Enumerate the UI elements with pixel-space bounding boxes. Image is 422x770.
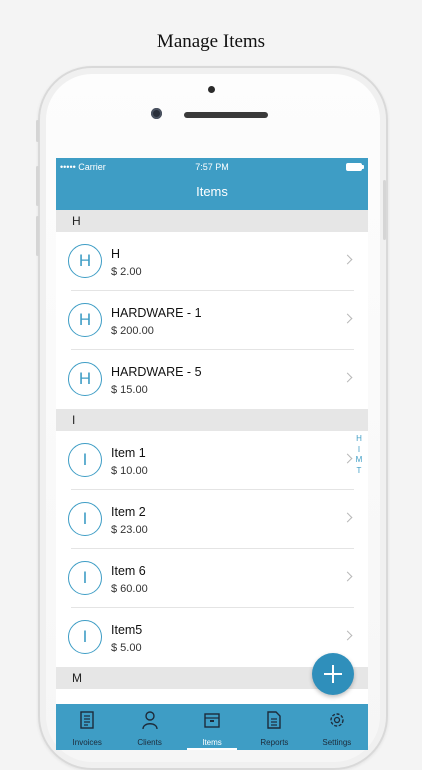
tab-items[interactable]: Items — [181, 704, 243, 750]
phone-volume-up-button — [36, 166, 39, 206]
index-letter-h[interactable]: H — [354, 434, 364, 445]
page-caption: Manage Items — [156, 31, 266, 52]
item-initial-badge: I — [68, 620, 102, 654]
reports-icon — [267, 711, 282, 729]
item-price: $ 2.00 — [111, 266, 142, 278]
settings-icon — [330, 713, 344, 727]
clients-icon — [141, 711, 158, 730]
tab-reports[interactable]: Reports — [243, 704, 305, 750]
section-index-bar[interactable]: H I M T — [354, 434, 364, 476]
list-item[interactable]: H HARDWARE - 1 $ 200.00 — [56, 291, 368, 350]
item-name: HARDWARE - 1 — [111, 306, 202, 320]
tab-label: Clients — [137, 738, 162, 747]
status-time: 7:57 PM — [195, 162, 229, 172]
item-name: Item 6 — [111, 564, 146, 578]
item-price: $ 10.00 — [111, 465, 148, 477]
item-price: $ 200.00 — [111, 325, 154, 337]
tab-label: Items — [202, 738, 222, 747]
index-letter-m[interactable]: M — [354, 455, 364, 466]
phone-volume-down-button — [36, 216, 39, 256]
earpiece-speaker — [184, 112, 268, 118]
front-sensor — [208, 86, 215, 93]
front-camera — [151, 108, 162, 119]
item-initial-badge: I — [68, 561, 102, 595]
tab-settings[interactable]: Settings — [306, 704, 368, 750]
item-name: Item 1 — [111, 446, 146, 460]
item-initial-badge: I — [68, 502, 102, 536]
item-price: $ 15.00 — [111, 384, 148, 396]
invoices-icon — [80, 711, 94, 729]
tab-label: Invoices — [72, 738, 102, 747]
status-bar: ••••• Carrier 7:57 PM — [56, 158, 368, 176]
tab-invoices[interactable]: Invoices — [56, 704, 118, 750]
chevron-right-icon — [342, 254, 353, 265]
list-item[interactable]: H H $ 2.00 — [56, 232, 368, 291]
nav-bar: Items — [56, 176, 368, 210]
index-letter-t[interactable]: T — [354, 466, 364, 477]
chevron-right-icon — [342, 512, 353, 523]
item-price: $ 60.00 — [111, 583, 148, 595]
app-screen: ••••• Carrier 7:57 PM Items H H H $ 2.00… — [56, 158, 368, 750]
tab-label: Settings — [322, 738, 352, 747]
page-title: Items — [196, 184, 228, 199]
phone-power-button — [383, 180, 386, 240]
item-initial-badge: I — [68, 443, 102, 477]
item-name: H — [111, 247, 121, 261]
battery-icon — [346, 163, 364, 171]
items-icon — [204, 713, 220, 728]
phone-side-button — [36, 120, 39, 142]
chevron-right-icon — [342, 571, 353, 582]
list-item[interactable]: I Item 6 $ 60.00 — [56, 549, 368, 608]
tab-label: Reports — [260, 738, 289, 747]
list-item[interactable]: I Item 2 $ 23.00 — [56, 490, 368, 549]
section-header-h: H — [56, 210, 368, 232]
items-list[interactable]: H H H $ 2.00 H HARDWARE - 1 $ 200.00 H H… — [56, 210, 368, 689]
item-initial-badge: H — [68, 362, 102, 396]
list-item[interactable]: I Item 1 $ 10.00 — [56, 431, 368, 490]
tab-bar: Invoices Clients Items Reports Settings — [56, 704, 368, 750]
index-letter-i[interactable]: I — [354, 445, 364, 456]
item-initial-badge: H — [68, 303, 102, 337]
item-name: Item 2 — [111, 505, 146, 519]
list-item[interactable]: H HARDWARE - 5 $ 15.00 — [56, 350, 368, 409]
chevron-right-icon — [342, 313, 353, 324]
add-item-button[interactable] — [312, 653, 354, 695]
chevron-right-icon — [342, 630, 353, 641]
item-price: $ 23.00 — [111, 524, 148, 536]
section-header-i: I — [56, 409, 368, 431]
item-name: HARDWARE - 5 — [111, 365, 202, 379]
tab-clients[interactable]: Clients — [118, 704, 180, 750]
item-name: Item5 — [111, 623, 143, 637]
item-initial-badge: H — [68, 244, 102, 278]
chevron-right-icon — [342, 372, 353, 383]
item-price: $ 5.00 — [111, 642, 142, 654]
chevron-right-icon — [342, 453, 353, 464]
